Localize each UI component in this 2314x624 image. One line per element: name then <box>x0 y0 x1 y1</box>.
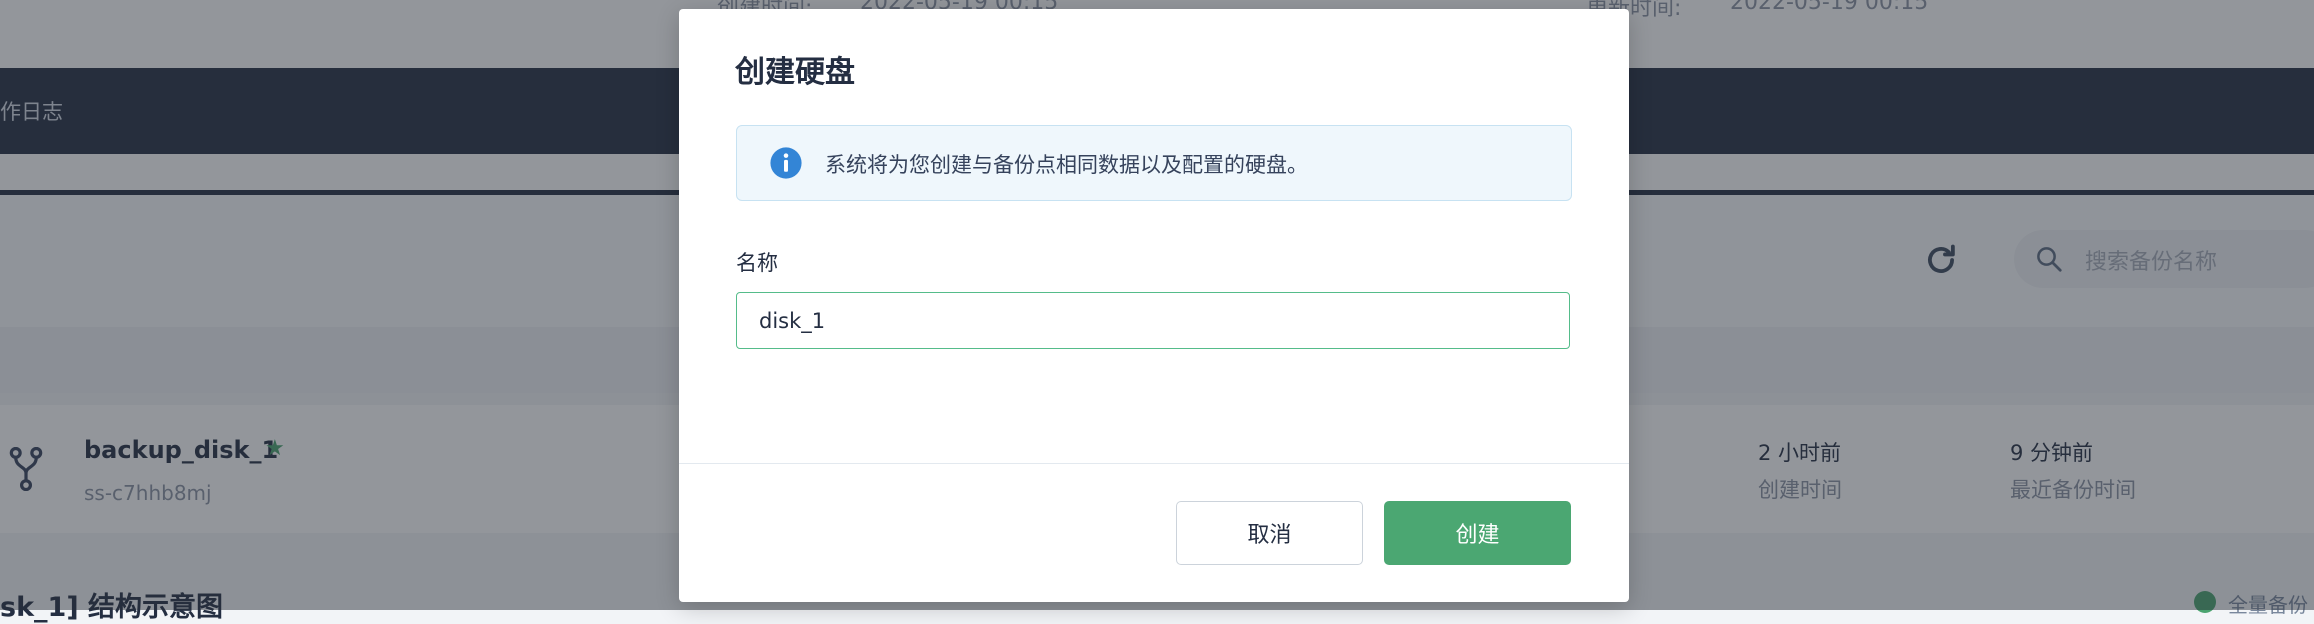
info-banner: 系统将为您创建与备份点相同数据以及配置的硬盘。 <box>736 125 1572 201</box>
create-disk-dialog: 创建硬盘 系统将为您创建与备份点相同数据以及配置的硬盘。 名称 取消 创建 <box>679 9 1629 602</box>
info-icon <box>770 147 802 179</box>
create-button[interactable]: 创建 <box>1384 501 1571 565</box>
footer-divider <box>679 463 1629 464</box>
info-text: 系统将为您创建与备份点相同数据以及配置的硬盘。 <box>825 153 1308 177</box>
dialog-title: 创建硬盘 <box>735 55 855 90</box>
cancel-button[interactable]: 取消 <box>1176 501 1363 565</box>
name-field-label: 名称 <box>736 251 778 275</box>
name-input[interactable] <box>736 292 1570 349</box>
